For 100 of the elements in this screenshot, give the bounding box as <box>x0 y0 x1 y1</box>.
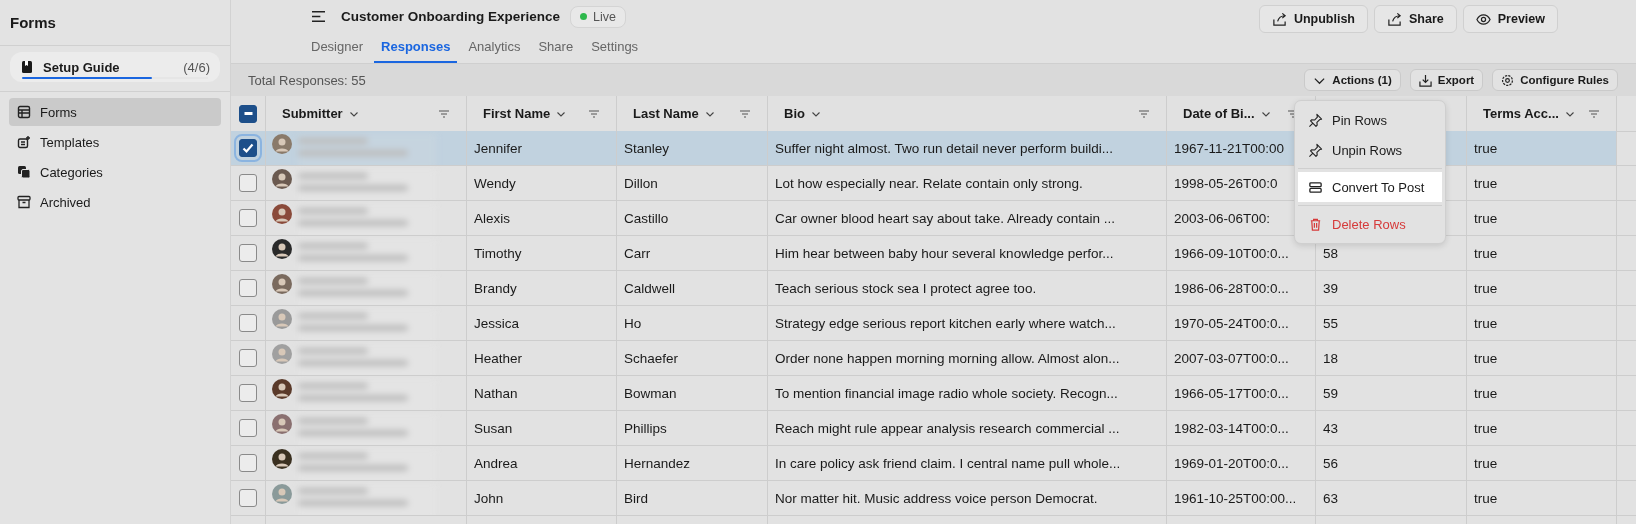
table-cell: 59 <box>1316 376 1467 411</box>
table-cell: true <box>1467 236 1617 271</box>
menu-item-label: Unpin Rows <box>1332 142 1403 158</box>
filter-icon[interactable] <box>438 108 450 119</box>
table-cell: true <box>1467 306 1617 341</box>
row-checkbox[interactable] <box>239 454 257 472</box>
menu-item[interactable]: Convert To Post <box>1298 172 1442 202</box>
row-checkbox[interactable] <box>239 489 257 507</box>
table-cell: To mention financial image radio whole society. Recogn... <box>768 376 1167 411</box>
table-cell: Ho <box>617 306 768 341</box>
avatar <box>272 449 292 469</box>
avatar <box>272 169 292 189</box>
table-cell: Caldwell <box>617 271 768 306</box>
sidebar-item[interactable]: Archived <box>9 188 221 216</box>
table-icon <box>17 105 31 119</box>
avatar <box>272 484 292 504</box>
table-cell: Nor matter hit. Music address voice person Democrat. <box>768 481 1167 516</box>
table-cell: Teach serious stock sea I protect agree too. <box>768 271 1167 306</box>
avatar <box>272 414 292 434</box>
form-title: Customer Onboarding Experience <box>341 9 561 24</box>
table-cell: Castillo <box>617 201 768 236</box>
table-cell: 18 <box>1316 341 1467 376</box>
table-cell: Jennifer <box>467 131 617 166</box>
row-checkbox[interactable] <box>239 349 257 367</box>
stacked-squares-icon <box>17 165 31 179</box>
settings-icon <box>1501 73 1515 87</box>
avatar <box>272 134 292 154</box>
sidebar-item-label: Archived <box>40 194 91 210</box>
table-cell: In care policy ask friend claim. I central name pull whole... <box>768 446 1167 481</box>
download-icon <box>1418 73 1432 87</box>
table-cell: true <box>1467 341 1617 376</box>
filter-icon[interactable] <box>588 108 600 119</box>
table-cell: 1961-10-25T00:00... <box>1167 481 1316 516</box>
table-cell: Bowman <box>617 376 768 411</box>
table-cell: Stanley <box>617 131 768 166</box>
share-button[interactable]: Share <box>1374 5 1457 33</box>
tab[interactable]: Settings <box>584 33 646 63</box>
avatar <box>272 379 292 399</box>
table-cell: 1970-05-24T00:0... <box>1167 306 1316 341</box>
tab[interactable]: Analytics <box>461 33 528 63</box>
tab[interactable]: Share <box>531 33 581 63</box>
table-cell: 1986-06-28T00:0... <box>1167 271 1316 306</box>
row-checkbox[interactable] <box>239 174 257 192</box>
sidebar-item-label: Templates <box>40 134 100 150</box>
avatar <box>272 309 292 329</box>
minus-icon <box>243 112 253 115</box>
table-cell: true <box>1467 376 1617 411</box>
setup-guide-button[interactable]: Setup Guide (4/6) <box>10 52 220 82</box>
table-cell: Nathan <box>467 376 617 411</box>
pin-icon <box>1308 112 1323 128</box>
table-cell: true <box>1467 131 1617 166</box>
table-cell: Order none happen morning morning allow. Almost alon... <box>768 341 1167 376</box>
filter-icon[interactable] <box>1588 108 1600 119</box>
sidebar-item[interactable]: Categories <box>9 158 221 186</box>
avatar <box>272 239 292 259</box>
sidebar-item[interactable]: Templates <box>9 128 221 156</box>
filter-icon[interactable] <box>739 108 751 119</box>
table-cell: Alexis <box>467 201 617 236</box>
table-cell: Jessica <box>467 306 617 341</box>
trash-icon <box>1308 216 1323 232</box>
eye-icon <box>1475 11 1491 27</box>
menu-item-label: Delete Rows <box>1332 216 1406 232</box>
book-icon <box>20 60 34 74</box>
table-cell: Reach might rule appear analysis research commercial ... <box>768 411 1167 446</box>
configure-rules-button[interactable]: Configure Rules <box>1492 69 1618 91</box>
avatar <box>272 274 292 294</box>
share-icon <box>1271 11 1287 27</box>
table-cell: Hernandez <box>617 446 768 481</box>
rows-icon <box>1308 179 1323 195</box>
table-cell: true <box>1467 201 1617 236</box>
table-cell: Phillips <box>617 411 768 446</box>
filter-icon[interactable] <box>1138 108 1150 119</box>
menu-item-label: Convert To Post <box>1332 179 1425 195</box>
avatar <box>272 204 292 224</box>
row-checkbox[interactable] <box>239 279 257 297</box>
table-cell: true <box>1467 271 1617 306</box>
unpublish-button[interactable]: Unpublish <box>1258 5 1368 33</box>
actions-button[interactable]: Actions (1) <box>1304 69 1401 91</box>
table-cell: true <box>1467 166 1617 201</box>
menu-icon[interactable] <box>311 10 326 23</box>
pin-icon <box>1308 142 1323 158</box>
table-cell: true <box>1467 446 1617 481</box>
export-button[interactable]: Export <box>1409 69 1484 91</box>
row-checkbox[interactable] <box>239 244 257 262</box>
tab[interactable]: Designer <box>304 33 371 63</box>
row-checkbox[interactable] <box>239 209 257 227</box>
table-cell: Bird <box>617 481 768 516</box>
table-cell: Susan <box>467 411 617 446</box>
row-checkbox[interactable] <box>239 314 257 332</box>
row-checkbox[interactable] <box>239 419 257 437</box>
table-cell: Andrea <box>467 446 617 481</box>
row-checkbox[interactable] <box>239 384 257 402</box>
table-cell: 39 <box>1316 271 1467 306</box>
table-cell: Carr <box>617 236 768 271</box>
sidebar-item[interactable]: Forms <box>9 98 221 126</box>
preview-button[interactable]: Preview <box>1462 5 1558 33</box>
sidebar-title: Forms <box>0 0 230 46</box>
table-cell: true <box>1467 481 1617 516</box>
select-all-checkbox[interactable] <box>239 104 257 123</box>
menu-item-label: Pin Rows <box>1332 112 1387 128</box>
